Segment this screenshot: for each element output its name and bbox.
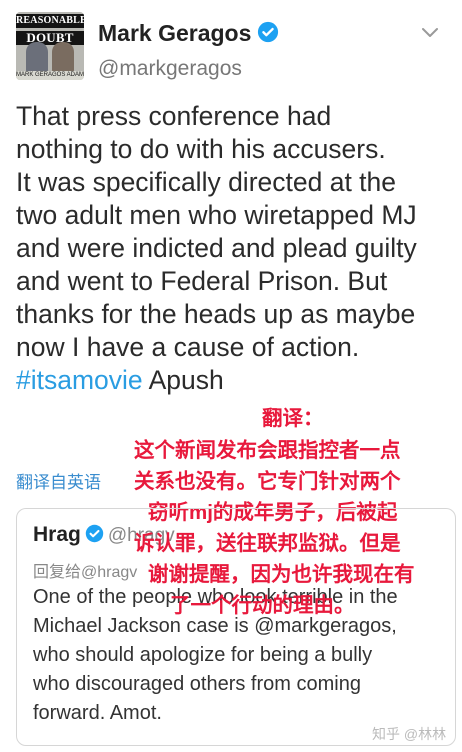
avatar-title-line1: REASONABLE [16,14,84,28]
tweet-line: thanks for the heads up as maybe [16,299,416,329]
reply-prefix: 回复给 [33,564,82,581]
tweet-tail: Apush [142,365,224,395]
tweet-line: now I have a cause of action. [16,332,360,362]
reply-indicator: 回复给@hragv [33,558,137,582]
tweet-line: and were indicted and plead guilty [16,233,417,263]
tweet-last-line: #itsamovie Apush [16,364,456,397]
overlay-line: 了一个行动的理由。 [170,594,355,617]
tweet-line: two adult men who wiretapped MJ [16,200,417,230]
hashtag-link[interactable]: #itsamovie [16,365,143,395]
avatar-figure-right [52,42,74,72]
author-name[interactable]: Mark Geragos [98,20,279,47]
overlay-line: 谢谢提醒，因为也许我现在有 [148,563,415,586]
overlay-line: 这个新闻发布会跟指控者一点 [134,439,401,462]
tweet-line: That press conference had [16,101,332,131]
author-handle[interactable]: @markgeragos [98,57,242,81]
author-name-text: Mark Geragos [98,20,252,46]
tweet-text: That press conference had nothing to do … [16,100,456,397]
quoted-author-name: Hrag [33,523,81,546]
avatar-figure-left [26,42,48,72]
verified-badge-icon [85,524,104,543]
quoted-line: who discouraged others from coming [33,673,361,695]
tweet-line: It was specifically directed at the [16,167,397,197]
overlay-line: 关系也没有。它专门针对两个 [134,470,401,493]
translate-link[interactable]: 翻译自英语 [16,468,101,493]
avatar-names: MARK GERAGOS ADAM CAROLLA [16,71,84,80]
avatar-title-line2: DOUBT [16,31,84,45]
tweet-line: and went to Federal Prison. But [16,266,388,296]
reply-to-handle[interactable]: @hragv [81,564,137,581]
verified-badge-icon [258,21,279,43]
overlay-label: 翻译： [262,407,324,430]
watermark: 知乎 @林林 [372,726,447,742]
quoted-line: who should apologize for being a bully [33,644,373,666]
tweet-line: nothing to do with his accusers. [16,134,386,164]
overlay-line: 诉认罪，送往联邦监狱。但是 [134,532,401,555]
chevron-down-icon[interactable] [422,27,438,39]
avatar[interactable]: REASONABLE DOUBT MARK GERAGOS ADAM CAROL… [16,12,84,80]
